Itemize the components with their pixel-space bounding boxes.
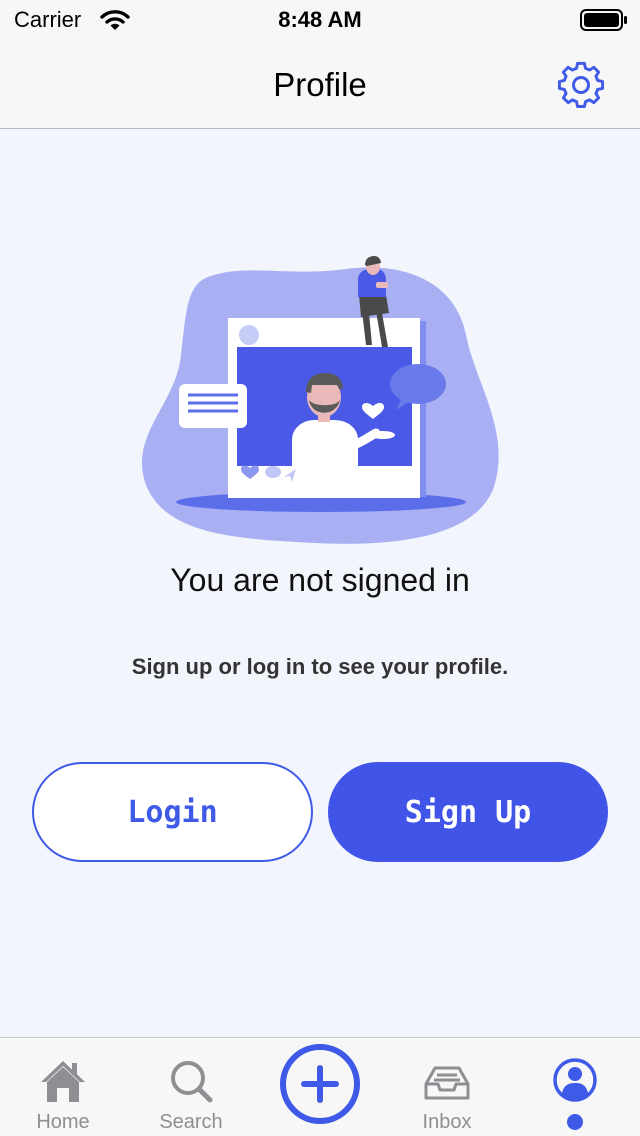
sign-in-prompt: Sign up or log in to see your profile. xyxy=(131,654,509,679)
clock-time: 8:48 AM xyxy=(278,7,362,32)
search-icon xyxy=(171,1061,213,1103)
home-icon xyxy=(41,1061,85,1102)
tab-home[interactable]: Home xyxy=(13,1038,113,1136)
tab-inbox-label: Inbox xyxy=(422,1111,472,1133)
inbox-icon xyxy=(424,1066,470,1100)
tab-profile[interactable] xyxy=(525,1038,625,1136)
navigation-bar: Profile xyxy=(0,40,640,129)
plus-icon[interactable] xyxy=(279,1043,361,1125)
tab-home-label: Home xyxy=(36,1111,90,1133)
selected-tab-indicator xyxy=(567,1114,583,1130)
profile-icon xyxy=(553,1058,597,1102)
social-profile-illustration xyxy=(141,256,499,544)
gear-icon[interactable] xyxy=(554,60,608,110)
status-bar: Carrier 8:48 AM xyxy=(0,0,640,40)
sign-up-button-label: Sign Up xyxy=(404,794,532,830)
page-title: Profile xyxy=(273,66,367,103)
login-button[interactable]: Login xyxy=(32,762,313,862)
battery-icon xyxy=(580,9,627,31)
sign-up-button[interactable]: Sign Up xyxy=(328,762,608,862)
profile-screen: Carrier 8:48 AM Profile You are not sign… xyxy=(0,0,640,1136)
not-signed-in-heading: You are not signed in xyxy=(170,562,470,598)
tab-search-label: Search xyxy=(159,1111,223,1133)
login-button-label: Login xyxy=(127,794,218,830)
tab-inbox[interactable]: Inbox xyxy=(397,1038,497,1136)
tab-search[interactable]: Search xyxy=(141,1038,241,1136)
